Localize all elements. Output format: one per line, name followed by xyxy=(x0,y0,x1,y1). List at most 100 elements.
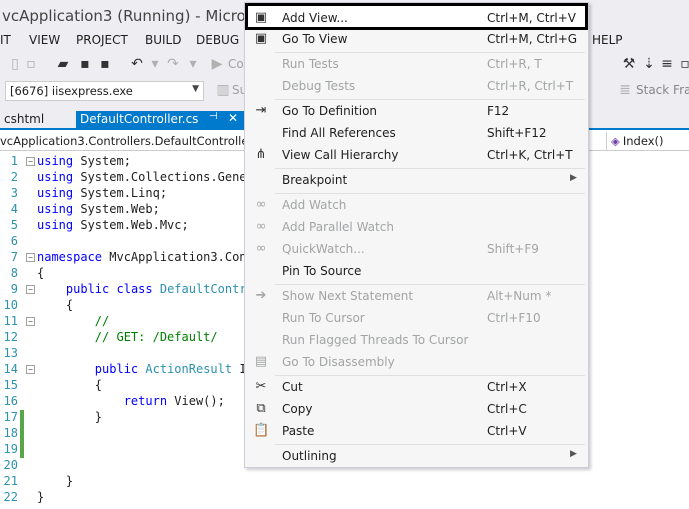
code-token: using xyxy=(37,170,74,184)
menu-edit[interactable]: IT xyxy=(0,33,11,47)
code-token: using xyxy=(37,186,74,200)
context-menu: ▣ Add View... Ctrl+M, Ctrl+V ▣ Go To View Ctr… xyxy=(244,2,589,468)
open-file-icon[interactable]: ▰ xyxy=(54,55,72,73)
line-number: 21 xyxy=(3,474,18,488)
code-token: MvcApplication3.Cont xyxy=(102,250,254,264)
tab-default-controller[interactable]: DefaultController.cs ⊣ ✕ xyxy=(76,111,246,128)
line-number: 19 xyxy=(3,442,18,456)
menu-item-show-next-statement[interactable]: ➔ Show Next Statement Alt+Num * xyxy=(245,285,588,307)
code-line[interactable]: 22} xyxy=(0,490,689,506)
menu-item-debug-tests[interactable]: Debug Tests Ctrl+R, Ctrl+T xyxy=(245,75,588,97)
pin-icon[interactable]: ⊣ xyxy=(209,111,218,122)
code-text: public class DefaultContro xyxy=(37,282,254,296)
redo-icon[interactable]: ↷ xyxy=(164,55,182,73)
menu-item-add-view[interactable]: ▣ Add View... Ctrl+M, Ctrl+V xyxy=(245,3,588,30)
menu-item-label: Run Tests xyxy=(282,57,339,71)
menu-item-label: Paste xyxy=(282,424,315,438)
add-item-icon[interactable]: ▫ xyxy=(22,55,40,73)
code-token: } xyxy=(37,410,103,424)
line-number: 8 xyxy=(10,266,18,280)
menu-view[interactable]: VIEW xyxy=(29,33,60,47)
menu-item-run-tests[interactable]: Run Tests Ctrl+R, T xyxy=(245,53,588,75)
menu-item-pin-to-source[interactable]: Pin To Source xyxy=(245,260,588,282)
menu-item-quickwatch[interactable]: ∞ QuickWatch... Shift+F9 xyxy=(245,238,588,260)
menu-item-label: Go To Disassembly xyxy=(282,355,395,369)
type-navigation[interactable]: vcApplication3.Controllers.DefaultContro… xyxy=(0,134,253,148)
menu-item-shortcut: Ctrl+R, Ctrl+T xyxy=(487,79,574,93)
menu-item-paste[interactable]: 📋 Paste Ctrl+V xyxy=(245,420,588,442)
menu-item-label: Run To Cursor xyxy=(282,311,365,325)
code-token: // GET: /Default/ xyxy=(37,330,218,344)
menu-item-find-all-references[interactable]: Find All References Shift+F12 xyxy=(245,122,588,144)
format-icon[interactable]: ≡ xyxy=(658,55,676,73)
menu-debug[interactable]: DEBUG xyxy=(196,33,239,47)
code-text: { xyxy=(37,298,73,312)
process-dropdown[interactable]: [6676] iisexpress.exe ▼ xyxy=(5,81,204,101)
code-text: // xyxy=(37,314,109,328)
save-all-icon[interactable]: ▪ xyxy=(96,55,114,73)
code-token: // xyxy=(37,314,110,328)
menu-item-go-to-disassembly[interactable]: ▤ Go To Disassembly xyxy=(245,351,588,373)
save-icon[interactable]: ▪ xyxy=(76,55,94,73)
watch-glasses-icon: ∞ xyxy=(255,197,267,212)
menu-project[interactable]: PROJECT xyxy=(76,33,128,47)
code-token: { xyxy=(37,266,45,280)
menu-item-go-to-view[interactable]: ▣ Go To View Ctrl+M, Ctrl+G xyxy=(245,28,588,50)
code-text: return View(); xyxy=(37,394,225,408)
continue-label[interactable]: Co xyxy=(228,57,244,71)
tab-cshtml[interactable]: cshtml xyxy=(0,111,48,128)
line-number: 7 xyxy=(10,250,18,264)
continue-icon[interactable]: ▶ xyxy=(208,55,226,73)
collapse-icon[interactable]: − xyxy=(26,285,35,294)
line-number: 11 xyxy=(3,314,18,328)
next-statement-icon: ➔ xyxy=(255,288,267,303)
menu-item-run-to-cursor[interactable]: Run To Cursor Ctrl+F10 xyxy=(245,307,588,329)
code-token: public xyxy=(65,282,110,296)
menu-item-add-watch[interactable]: ∞ Add Watch xyxy=(245,194,588,216)
code-text: using System.Linq; xyxy=(37,186,167,200)
undo-icon[interactable]: ↶ xyxy=(128,55,146,73)
menu-item-label: Go To View xyxy=(282,32,348,46)
code-token: DefaultContro xyxy=(159,282,254,296)
menu-item-outlining[interactable]: Outlining ▶ xyxy=(245,445,588,467)
code-token: } xyxy=(37,474,74,488)
code-token: public xyxy=(94,362,139,376)
code-token: return xyxy=(123,394,168,408)
toolbar-overflow-icon[interactable]: ▫ xyxy=(676,55,689,73)
menu-item-breakpoint[interactable]: Breakpoint ▶ xyxy=(245,169,588,191)
menu-item-add-parallel-watch[interactable]: ∞ Add Parallel Watch xyxy=(245,216,588,238)
collapse-icon[interactable]: − xyxy=(26,253,35,262)
quickwatch-icon: ∞ xyxy=(255,241,267,256)
line-number: 4 xyxy=(10,202,18,216)
close-icon[interactable]: ✕ xyxy=(228,111,238,125)
code-line[interactable]: 21 } xyxy=(0,474,689,490)
stack-frame-label[interactable]: Stack Fram xyxy=(636,83,689,97)
collapse-icon[interactable]: − xyxy=(26,317,35,326)
code-token: System.Collections.Gener xyxy=(73,170,254,184)
menu-item-cut[interactable]: ✂ Cut Ctrl+X xyxy=(245,376,588,398)
menu-build[interactable]: BUILD xyxy=(145,33,181,47)
menu-item-view-call-hierarchy[interactable]: ⋔ View Call Hierarchy Ctrl+K, Ctrl+T xyxy=(245,144,588,166)
redo-dropdown-icon[interactable]: ▾ xyxy=(184,55,202,73)
code-token: using xyxy=(37,154,74,168)
stack-frame-icon[interactable]: ≣ xyxy=(616,81,634,99)
member-navigation[interactable]: ◈ Index() xyxy=(606,132,689,151)
method-icon: ◈ xyxy=(611,134,620,148)
suspend-icon[interactable]: ▥ xyxy=(214,81,232,99)
menu-item-label: View Call Hierarchy xyxy=(282,148,399,162)
menu-item-copy[interactable]: ⧉ Copy Ctrl+C xyxy=(245,398,588,420)
menu-item-go-to-definition[interactable]: ⇥ Go To Definition F12 xyxy=(245,100,588,122)
undo-dropdown-icon[interactable]: ▾ xyxy=(146,55,164,73)
paste-icon: 📋 xyxy=(253,423,270,438)
menu-item-run-flagged-threads-to-cursor[interactable]: Run Flagged Threads To Cursor xyxy=(245,329,588,351)
toolbar-options-icon[interactable]: ⇣ xyxy=(640,55,658,73)
collapse-icon[interactable]: − xyxy=(26,157,35,166)
code-token: ActionResult xyxy=(145,362,233,376)
code-token: System.Linq; xyxy=(73,186,168,200)
collapse-icon[interactable]: − xyxy=(26,365,35,374)
menu-item-shortcut: Shift+F12 xyxy=(487,126,547,140)
go-to-definition-icon: ⇥ xyxy=(255,103,267,118)
debug-tools-icon[interactable]: ⚒ xyxy=(620,55,638,73)
menu-help[interactable]: HELP xyxy=(592,33,623,47)
